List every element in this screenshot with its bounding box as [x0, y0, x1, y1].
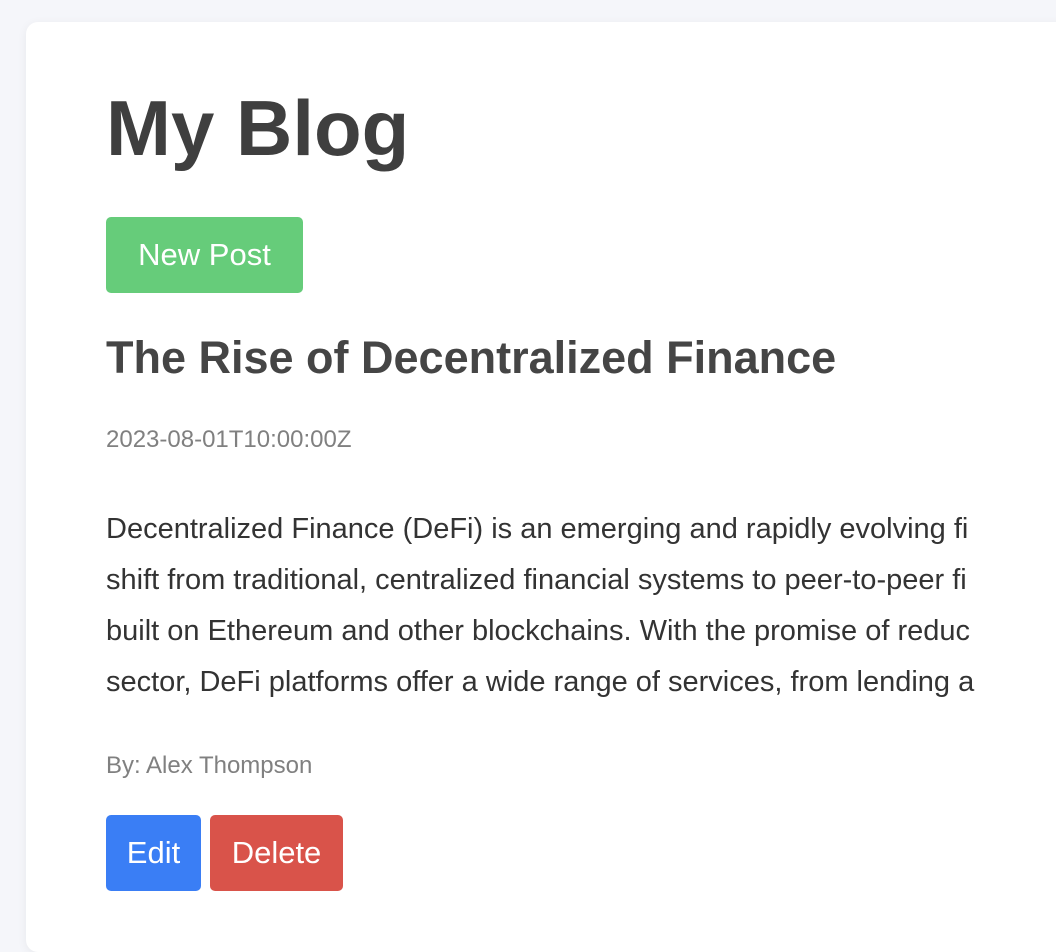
- edit-button[interactable]: Edit: [106, 815, 201, 891]
- post-body-line: Decentralized Finance (DeFi) is an emerg…: [106, 513, 969, 545]
- blog-card: My Blog New Post The Rise of Decentraliz…: [26, 22, 1056, 952]
- post-body-line: sector, DeFi platforms offer a wide rang…: [106, 666, 975, 698]
- post-title: The Rise of Decentralized Finance: [106, 332, 837, 383]
- post-date: 2023-08-01T10:00:00Z: [106, 426, 352, 453]
- post-body: Decentralized Finance (DeFi) is an emerg…: [106, 504, 1056, 708]
- page-title: My Blog: [106, 84, 410, 172]
- post-body-line: shift from traditional, centralized fina…: [106, 564, 967, 596]
- new-post-button[interactable]: New Post: [106, 217, 303, 293]
- delete-button[interactable]: Delete: [210, 815, 343, 891]
- post-body-line: built on Ethereum and other blockchains.…: [106, 615, 971, 647]
- post-author: By: Alex Thompson: [106, 752, 313, 779]
